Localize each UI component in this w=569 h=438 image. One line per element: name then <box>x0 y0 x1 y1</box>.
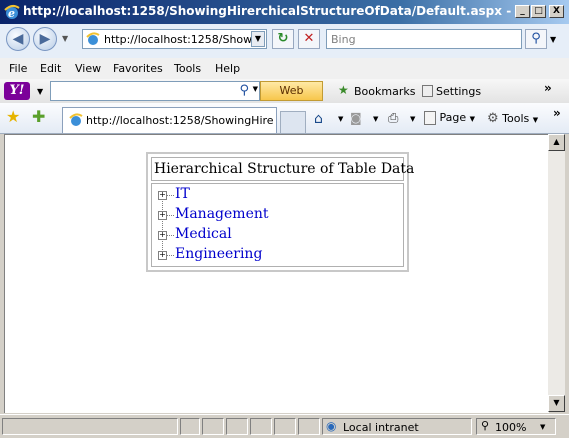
add-favorite-icon[interactable]: ✚ <box>32 107 45 126</box>
address-row: ◀ ▶ ▼ http://localhost:1258/Showing ▼ ↻ … <box>0 24 569 59</box>
print-dropdown-icon[interactable]: ▼ <box>410 115 415 123</box>
tree-panel: Hierarchical Structure of Table Data + I… <box>146 152 414 272</box>
address-bar[interactable]: http://localhost:1258/Showing ▼ <box>82 29 267 49</box>
refresh-button[interactable]: ↻ <box>272 29 294 49</box>
scroll-down-icon[interactable]: ▼ <box>548 395 565 412</box>
status-bar: ◉ Local intranet ⚲ 100% ▼ <box>0 414 569 438</box>
tools-menu-label: Tools <box>502 112 530 125</box>
tree-connector <box>167 255 174 256</box>
menu-bar: File Edit View Favorites Tools Help <box>0 58 569 80</box>
tree-node-label[interactable]: Medical <box>175 226 232 242</box>
back-button[interactable]: ◀ <box>6 27 30 51</box>
menu-favorites[interactable]: Favorites <box>113 62 163 75</box>
status-text <box>2 418 178 435</box>
security-zone[interactable]: ◉ Local intranet <box>322 418 472 435</box>
expand-icon[interactable]: + <box>158 231 167 240</box>
tree-node-label[interactable]: IT <box>175 186 190 202</box>
favorites-bar: ★ ✚ http://localhost:1258/ShowingHirerc.… <box>0 103 569 134</box>
bookmarks-button[interactable]: ★ Bookmarks <box>336 82 416 100</box>
close-button[interactable]: X <box>549 5 564 18</box>
menu-tools[interactable]: Tools <box>174 62 201 75</box>
address-input[interactable]: http://localhost:1258/Showing <box>104 33 254 46</box>
yahoo-menu-icon[interactable]: ▼ <box>37 87 43 96</box>
yahoo-logo[interactable]: Y! <box>4 82 30 100</box>
zoom-icon: ⚲ <box>481 419 490 432</box>
zone-label: Local intranet <box>343 421 419 434</box>
status-segment <box>274 418 296 435</box>
print-icon[interactable]: ⎙ <box>388 111 398 126</box>
home-icon[interactable]: ⌂ <box>314 111 323 127</box>
menu-view[interactable]: View <box>75 62 101 75</box>
settings-icon <box>422 85 433 97</box>
zoom-control[interactable]: ⚲ 100% ▼ <box>476 418 556 435</box>
status-segment <box>250 418 272 435</box>
maximize-button[interactable]: □ <box>531 5 546 18</box>
chevron-right-icon[interactable]: » <box>544 81 552 95</box>
chevron-right-icon[interactable]: » <box>553 106 561 120</box>
menu-edit[interactable]: Edit <box>40 62 61 75</box>
search-options-icon[interactable]: ▼ <box>550 35 556 44</box>
new-tab-button[interactable] <box>280 111 306 133</box>
tree-node-label[interactable]: Management <box>175 206 269 222</box>
status-segment <box>226 418 248 435</box>
zoom-dropdown-icon[interactable]: ▼ <box>540 423 545 431</box>
page-menu-label: Page <box>439 111 467 124</box>
search-icon[interactable]: ⚲ <box>525 29 547 49</box>
globe-icon: ◉ <box>326 419 337 433</box>
address-dropdown-icon[interactable]: ▼ <box>251 31 265 47</box>
history-dropdown-icon[interactable]: ▼ <box>62 34 68 43</box>
yahoo-search-dropdown-icon[interactable]: ▼ <box>253 85 258 93</box>
tree-node-label[interactable]: Engineering <box>175 246 262 262</box>
favorites-star-icon[interactable]: ★ <box>6 107 20 126</box>
zoom-level: 100% <box>495 421 527 434</box>
title-bar: e http://localhost:1258/ShowingHirerchic… <box>0 0 569 24</box>
tools-menu[interactable]: ⚙ Tools ▼ <box>487 111 538 126</box>
settings-button[interactable]: Settings <box>420 82 490 100</box>
tree-connector <box>167 195 174 196</box>
window-title: http://localhost:1258/ShowingHirerchical… <box>23 4 513 18</box>
bookmarks-label: Bookmarks <box>354 85 416 98</box>
page-icon <box>86 32 100 45</box>
expand-icon[interactable]: + <box>158 251 167 260</box>
magnifier-icon[interactable]: ⚲ <box>239 83 249 98</box>
tab-page-icon <box>69 113 83 126</box>
scroll-up-icon[interactable]: ▲ <box>548 134 565 151</box>
tree-view: + IT + Management + Medical + Engineerin… <box>151 183 404 267</box>
page-menu[interactable]: Page ▼ <box>424 111 475 125</box>
status-segment <box>202 418 224 435</box>
minimize-button[interactable]: _ <box>515 5 530 18</box>
status-segment <box>180 418 200 435</box>
web-search-button[interactable]: Web Search <box>260 81 323 115</box>
menu-file[interactable]: File <box>9 62 27 75</box>
feeds-icon[interactable]: ◙ <box>350 111 362 125</box>
yahoo-toolbar: Y! ▼ ⚲ ▼ Web Search ★ Bookmarks Settings… <box>0 79 569 115</box>
vertical-scrollbar[interactable]: ▲ ▼ <box>548 134 565 412</box>
tree-connector-line <box>162 198 163 258</box>
tab-title: http://localhost:1258/ShowingHirerc... <box>86 114 274 127</box>
tree-connector <box>167 215 174 216</box>
search-input[interactable]: Bing <box>326 29 522 49</box>
menu-help[interactable]: Help <box>215 62 240 75</box>
gear-icon: ⚙ <box>487 111 499 126</box>
bookmark-star-icon: ★ <box>338 83 349 97</box>
tab-current[interactable]: http://localhost:1258/ShowingHirerc... <box>62 107 277 133</box>
tree-connector <box>167 235 174 236</box>
forward-button[interactable]: ▶ <box>33 27 57 51</box>
ie-logo-icon: e <box>4 4 20 20</box>
yahoo-search-input[interactable]: ⚲ ▼ <box>50 81 260 101</box>
page-content: Hierarchical Structure of Table Data + I… <box>4 134 549 413</box>
svg-text:e: e <box>8 7 15 20</box>
settings-label: Settings <box>436 85 482 98</box>
home-dropdown-icon[interactable]: ▼ <box>338 115 343 123</box>
expand-icon[interactable]: + <box>158 191 167 200</box>
feeds-dropdown-icon[interactable]: ▼ <box>373 115 378 123</box>
page-icon <box>424 111 436 125</box>
status-segment <box>298 418 320 435</box>
expand-icon[interactable]: + <box>158 211 167 220</box>
stop-button[interactable]: ✕ <box>298 29 320 49</box>
tree-header: Hierarchical Structure of Table Data <box>151 157 414 181</box>
